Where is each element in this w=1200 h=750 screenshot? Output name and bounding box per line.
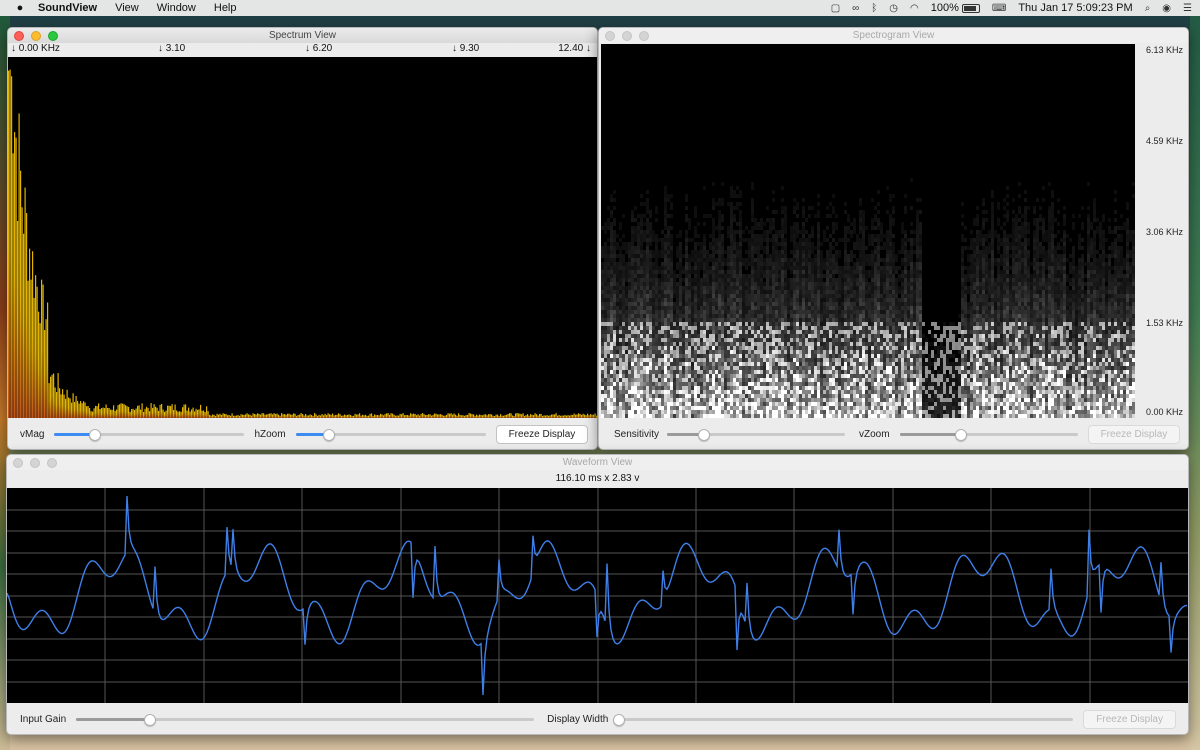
scale-label-2: 3.06 KHz bbox=[1145, 227, 1183, 237]
minimize-button[interactable] bbox=[31, 31, 41, 41]
close-button[interactable] bbox=[14, 31, 24, 41]
spectrum-bars bbox=[8, 69, 597, 419]
spectrogram-titlebar[interactable]: Spectrogram View bbox=[599, 28, 1188, 43]
zoom-button[interactable] bbox=[48, 31, 58, 41]
vzoom-slider[interactable] bbox=[899, 428, 1078, 441]
scale-label-4: 0.00 KHz bbox=[1145, 407, 1183, 417]
freq-label-3: ↓ 9.30 bbox=[452, 43, 480, 54]
waveform-grid bbox=[7, 488, 1188, 703]
minimize-button[interactable] bbox=[622, 31, 632, 41]
vzoom-label: vZoom bbox=[859, 428, 890, 440]
waveform-freeze-display-button[interactable]: Freeze Display bbox=[1083, 709, 1176, 729]
spectrogram-display bbox=[601, 44, 1135, 418]
desktop-wallpaper-right bbox=[1190, 16, 1200, 750]
battery-status[interactable]: 100% bbox=[931, 2, 980, 14]
vmag-slider[interactable] bbox=[54, 428, 245, 441]
zoom-button[interactable] bbox=[47, 458, 57, 468]
display-width-slider-knob[interactable] bbox=[613, 713, 626, 726]
scale-label-1: 4.59 KHz bbox=[1145, 136, 1183, 146]
spectrogram-controls: Sensitivity vZoom Freeze Display bbox=[599, 419, 1188, 449]
minimize-button[interactable] bbox=[30, 458, 40, 468]
input-gain-slider-knob[interactable] bbox=[144, 713, 157, 726]
spectrogram-plot bbox=[601, 178, 1135, 418]
spotlight-search-icon[interactable]: ⌕ bbox=[1145, 3, 1151, 14]
bluetooth-icon[interactable]: ᛒ bbox=[871, 3, 877, 14]
input-gain-label: Input Gain bbox=[20, 713, 67, 725]
battery-percent: 100% bbox=[930, 2, 959, 14]
hzoom-label: hZoom bbox=[254, 428, 286, 440]
vmag-slider-knob[interactable] bbox=[89, 428, 102, 441]
spectrum-controls: vMag hZoom Freeze Display bbox=[8, 419, 597, 449]
close-button[interactable] bbox=[605, 31, 615, 41]
waveform-title: Waveform View bbox=[562, 457, 633, 468]
waveform-plot bbox=[7, 488, 1188, 703]
vmag-label: vMag bbox=[20, 428, 45, 440]
wifi-icon[interactable]: ◠ bbox=[910, 3, 919, 14]
hzoom-slider-knob[interactable] bbox=[322, 428, 335, 441]
spectrum-plot bbox=[8, 69, 597, 419]
time-machine-icon[interactable]: ◷ bbox=[889, 3, 898, 14]
spectrum-titlebar[interactable]: Spectrum View bbox=[8, 28, 597, 43]
display-width-slider[interactable] bbox=[613, 713, 1074, 726]
waveform-window: Waveform View 116.10 ms x 2.83 v Input G… bbox=[6, 454, 1189, 735]
scale-label-3: 1.53 KHz bbox=[1145, 318, 1183, 328]
freq-label-4: 12.40 ↓ bbox=[558, 43, 591, 54]
freq-label-0: ↓ 0.00 KHz bbox=[11, 43, 60, 54]
freq-label-2: ↓ 6.20 bbox=[305, 43, 333, 54]
spectrogram-columns bbox=[601, 178, 1135, 418]
sensitivity-slider[interactable] bbox=[667, 428, 846, 441]
zoom-button[interactable] bbox=[639, 31, 649, 41]
menu-help[interactable]: Help bbox=[214, 2, 237, 14]
creative-cloud-icon[interactable]: ∞ bbox=[852, 3, 859, 14]
display-icon[interactable]: ▢ bbox=[831, 3, 840, 14]
apple-menu-icon[interactable]: ● bbox=[12, 2, 28, 14]
scale-label-0: 6.13 KHz bbox=[1145, 45, 1183, 55]
waveform-readout: 116.10 ms x 2.83 v bbox=[555, 473, 640, 484]
menu-bar: ● SoundView View Window Help ▢ ∞ ᛒ ◷ ◠ 1… bbox=[0, 0, 1200, 16]
hzoom-slider[interactable] bbox=[295, 428, 486, 441]
spectrum-display bbox=[8, 57, 597, 419]
notification-center-icon[interactable]: ☰ bbox=[1183, 3, 1192, 14]
user-avatar-icon[interactable]: ◉ bbox=[1162, 3, 1171, 14]
spectrum-title: Spectrum View bbox=[268, 30, 337, 41]
menu-clock[interactable]: Thu Jan 17 5:09:23 PM bbox=[1018, 2, 1132, 14]
spectrogram-window: Spectrogram View 6.13 KHz 4.59 KHz 3.06 … bbox=[598, 27, 1189, 450]
waveform-titlebar[interactable]: Waveform View bbox=[7, 455, 1188, 470]
vzoom-slider-knob[interactable] bbox=[955, 428, 968, 441]
spectrogram-freeze-display-button[interactable]: Freeze Display bbox=[1087, 424, 1181, 444]
battery-icon bbox=[961, 3, 980, 13]
menu-view[interactable]: View bbox=[115, 2, 139, 14]
freq-label-1: ↓ 3.10 bbox=[158, 43, 186, 54]
menu-app-name[interactable]: SoundView bbox=[38, 2, 97, 14]
waveform-controls: Input Gain Display Width Freeze Display bbox=[7, 704, 1188, 734]
spectrum-window: Spectrum View ↓ 0.00 KHz ↓ 3.10 ↓ 6.20 ↓… bbox=[7, 27, 598, 450]
frequency-ruler: ↓ 0.00 KHz ↓ 3.10 ↓ 6.20 ↓ 9.30 12.40 ↓ bbox=[8, 43, 597, 56]
spectrogram-title: Spectrogram View bbox=[852, 30, 935, 41]
sensitivity-slider-knob[interactable] bbox=[697, 428, 710, 441]
close-button[interactable] bbox=[13, 458, 23, 468]
input-gain-slider[interactable] bbox=[76, 713, 535, 726]
sensitivity-label: Sensitivity bbox=[614, 428, 660, 440]
menu-extras: ▢ ∞ ᛒ ◷ ◠ 100% ⌨ Thu Jan 17 5:09:23 PM ⌕… bbox=[831, 0, 1192, 16]
input-source-icon[interactable]: ⌨ bbox=[992, 3, 1006, 14]
waveform-display bbox=[7, 488, 1188, 703]
spectrum-freeze-display-button[interactable]: Freeze Display bbox=[495, 424, 589, 444]
display-width-label: Display Width bbox=[547, 713, 609, 725]
menu-window[interactable]: Window bbox=[157, 2, 196, 14]
